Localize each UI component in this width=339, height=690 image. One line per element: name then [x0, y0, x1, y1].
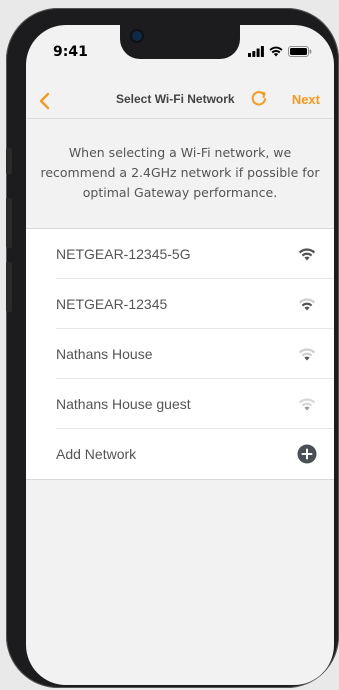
network-name: Nathans House guest: [56, 395, 191, 412]
network-list: NETGEAR-12345-5G NETGEAR-12345 Nathans H…: [26, 228, 334, 480]
volume-up-button: [6, 198, 12, 248]
network-row[interactable]: Nathans House: [56, 329, 334, 379]
recommendation-line: When selecting a Wi-Fi network, we: [68, 145, 292, 160]
refresh-icon[interactable]: [250, 90, 268, 108]
recommendation-text: When selecting a Wi-Fi network, we recom…: [26, 143, 334, 203]
wifi-icon: [298, 248, 316, 261]
wifi-icon: [298, 348, 316, 361]
mute-switch: [6, 148, 12, 174]
home-indicator: [130, 673, 230, 677]
add-network-label: Add Network: [56, 446, 137, 462]
chevron-left-icon: [39, 92, 50, 110]
battery-icon: [288, 46, 312, 57]
recommendation-line: recommend a 2.4GHz network if possible f…: [40, 165, 320, 180]
recommendation-line: optimal Gateway performance.: [82, 185, 278, 200]
status-time: 9:41: [53, 44, 88, 60]
network-name: NETGEAR-12345-5G: [56, 245, 191, 262]
network-row[interactable]: NETGEAR-12345-5G: [56, 229, 334, 279]
network-name: Nathans House: [56, 345, 153, 362]
network-row[interactable]: Nathans House guest: [56, 379, 334, 429]
wifi-icon: [298, 298, 316, 311]
volume-down-button: [6, 262, 12, 312]
plus-circle-icon: [297, 444, 317, 464]
phone-frame: 9:41 Select Wi-Fi Network Next When sele…: [6, 8, 339, 688]
add-network-button[interactable]: Add Network: [56, 429, 334, 479]
nav-bar: Select Wi-Fi Network Next: [26, 83, 334, 119]
camera-icon: [132, 31, 142, 41]
cellular-signal-icon: [248, 46, 264, 57]
wifi-status-icon: [269, 46, 283, 57]
status-icons: [248, 46, 312, 57]
screen: 9:41 Select Wi-Fi Network Next When sele…: [26, 25, 334, 685]
page-title: Select Wi-Fi Network: [116, 92, 235, 106]
notch: [120, 25, 240, 59]
wifi-icon: [298, 398, 316, 411]
next-button[interactable]: Next: [292, 92, 320, 107]
network-row[interactable]: NETGEAR-12345: [56, 279, 334, 329]
network-name: NETGEAR-12345: [56, 295, 168, 312]
back-button[interactable]: [30, 87, 58, 115]
